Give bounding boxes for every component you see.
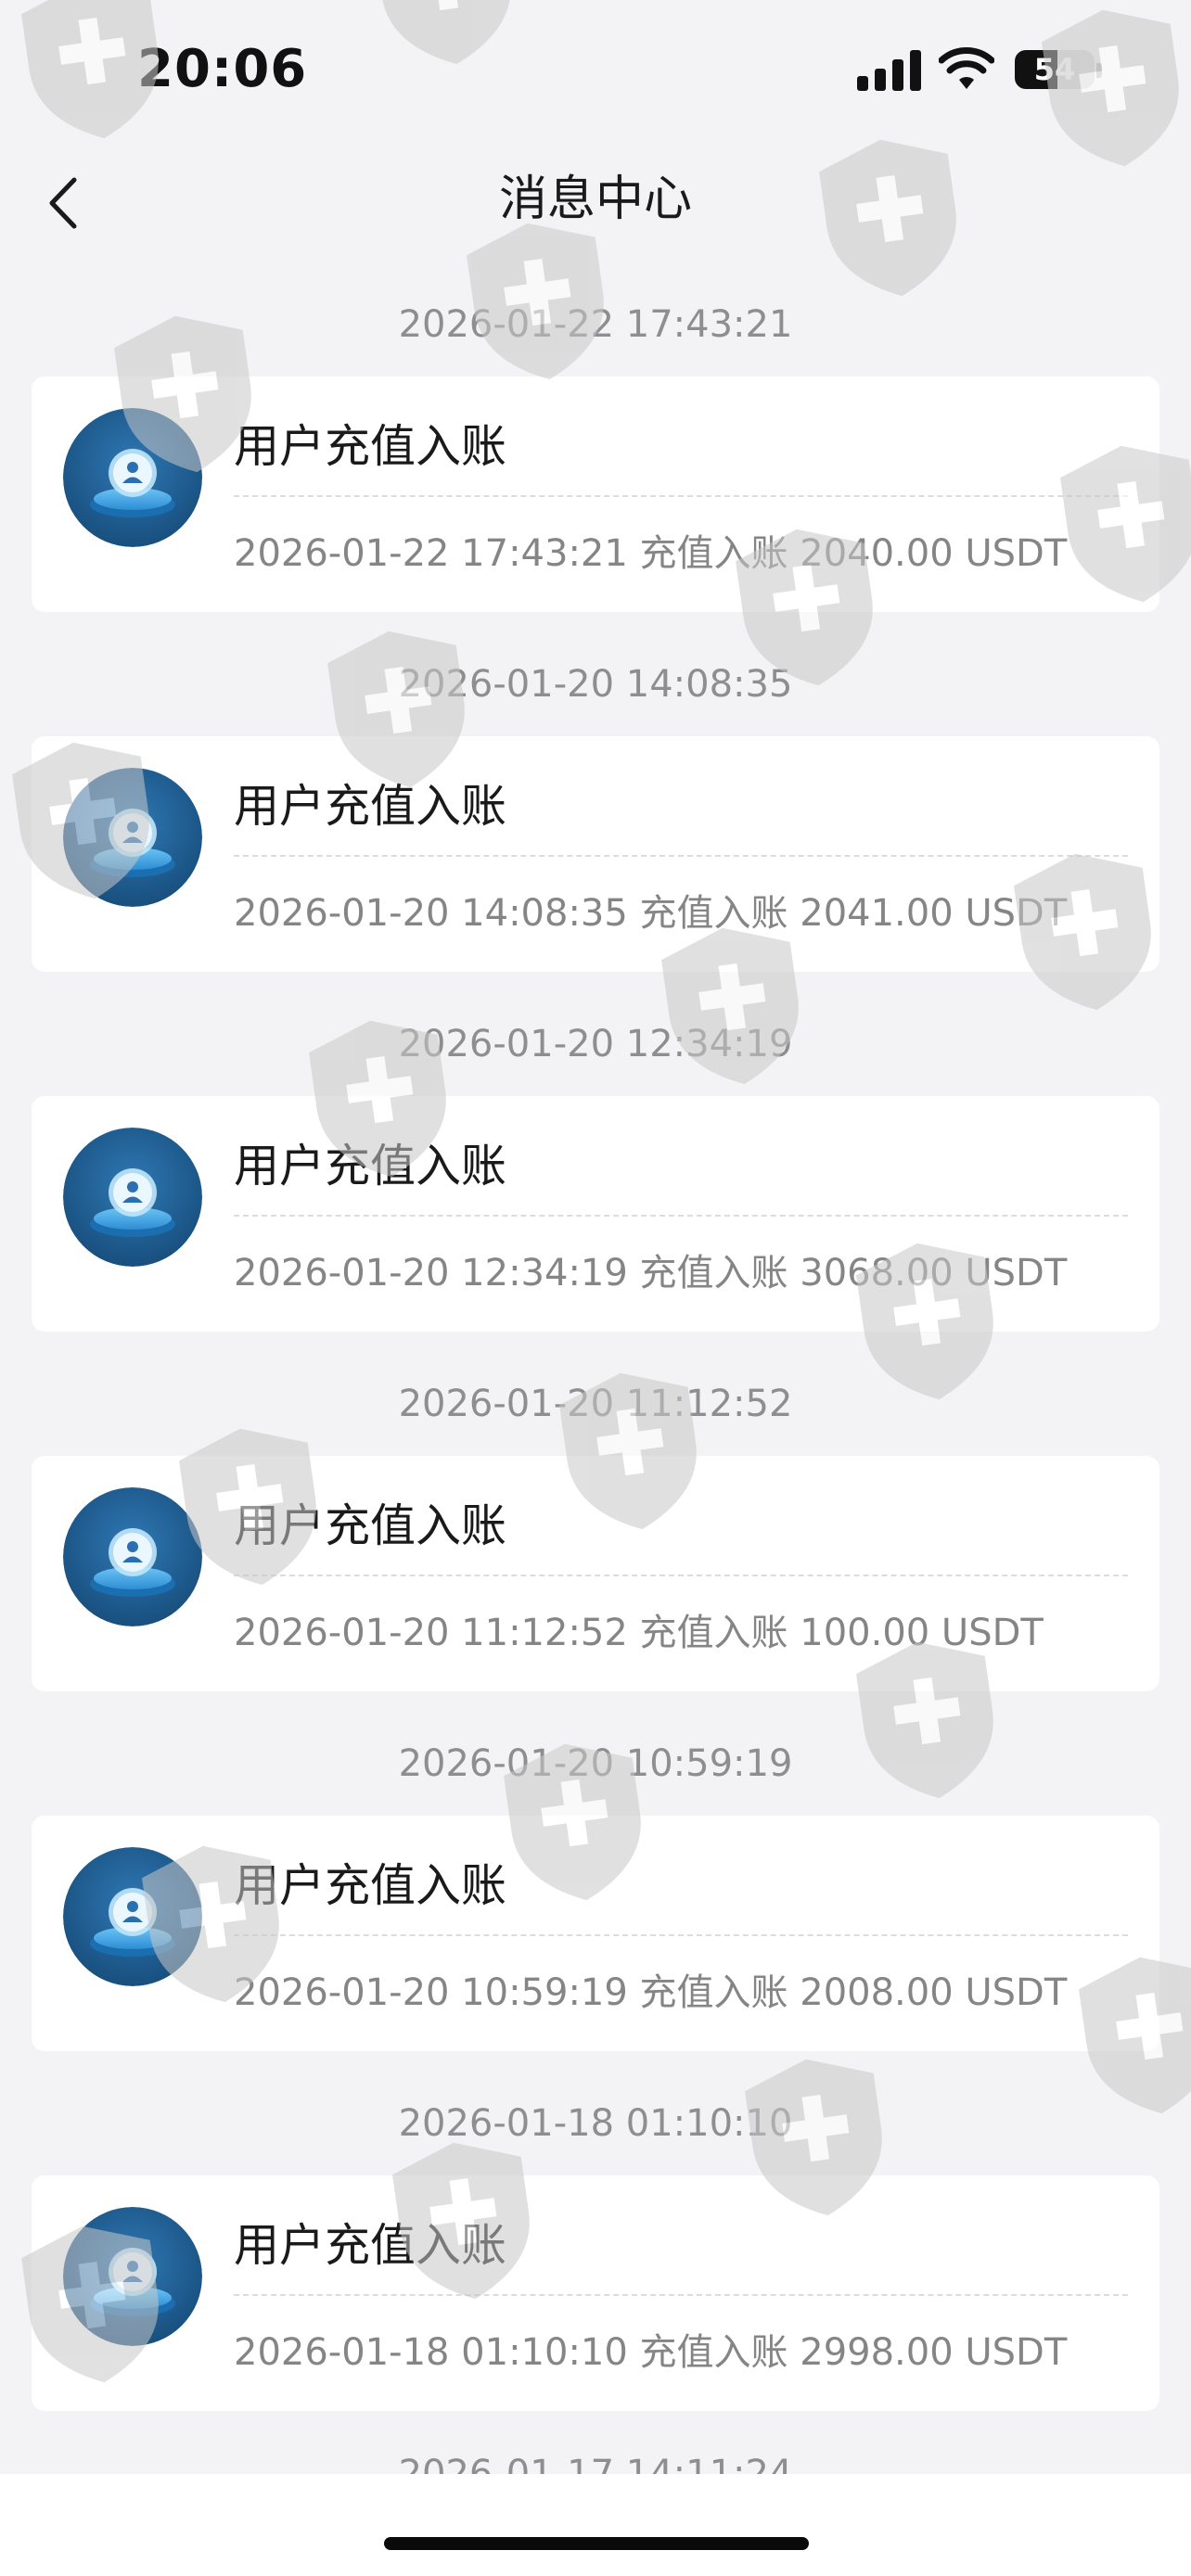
message-detail: 2026-01-20 14:08:35 充值入账 2041.00 USDT (234, 892, 1068, 935)
divider (234, 1575, 1128, 1576)
status-bar: 20:06 54 (0, 0, 1191, 139)
message-time-header-partial: 2026-01-17 14:11:24 (0, 2448, 1191, 2474)
message-list: 2026-01-22 17:43:21 用户充值入账 2026-01-22 17… (0, 260, 1191, 2418)
message-time-header: 2026-01-20 12:34:19 (398, 1023, 793, 1065)
message-title: 用户充值入账 (234, 2219, 507, 2272)
user-avatar-icon (63, 2207, 202, 2346)
home-indicator-area (0, 2474, 1191, 2576)
message-time-header: 2026-01-20 14:08:35 (398, 663, 793, 706)
divider (234, 1215, 1128, 1217)
message-time-header: 2026-01-20 10:59:19 (398, 1742, 793, 1785)
message-card[interactable]: 用户充值入账 2026-01-22 17:43:21 充值入账 2040.00 … (32, 376, 1159, 612)
page-title: 消息中心 (498, 172, 692, 227)
message-title: 用户充值入账 (234, 420, 507, 473)
message-card[interactable]: 用户充值入账 2026-01-18 01:10:10 充值入账 2998.00 … (32, 2175, 1159, 2411)
message-time-header: 2026-01-22 17:43:21 (398, 303, 793, 346)
user-avatar-icon (63, 768, 202, 907)
divider (234, 495, 1128, 497)
divider (234, 1934, 1128, 1936)
message-card[interactable]: 用户充值入账 2026-01-20 10:59:19 充值入账 2008.00 … (32, 1816, 1159, 2051)
partial-time-text: 2026-01-17 14:11:24 (398, 2453, 793, 2474)
message-title: 用户充值入账 (234, 1499, 507, 1552)
message-time-header: 2026-01-20 11:12:52 (398, 1383, 793, 1425)
message-detail: 2026-01-20 11:12:52 充值入账 100.00 USDT (234, 1612, 1044, 1654)
message-detail: 2026-01-20 12:34:19 充值入账 3068.00 USDT (234, 1252, 1068, 1294)
message-group: 2026-01-20 11:12:52 用户充值入账 2026-01-20 11… (0, 1339, 1191, 1699)
message-title: 用户充值入账 (234, 1140, 507, 1192)
message-detail: 2026-01-18 01:10:10 充值入账 2998.00 USDT (234, 2331, 1068, 2374)
message-card[interactable]: 用户充值入账 2026-01-20 14:08:35 充值入账 2041.00 … (32, 736, 1159, 972)
divider (234, 855, 1128, 857)
message-group: 2026-01-20 12:34:19 用户充值入账 2026-01-20 12… (0, 979, 1191, 1339)
message-group: 2026-01-20 14:08:35 用户充值入账 2026-01-20 14… (0, 619, 1191, 979)
message-group: 2026-01-18 01:10:10 用户充值入账 2026-01-18 01… (0, 2059, 1191, 2418)
status-time: 20:06 (137, 39, 308, 99)
divider (234, 2294, 1128, 2296)
message-card[interactable]: 用户充值入账 2026-01-20 12:34:19 充值入账 3068.00 … (32, 1096, 1159, 1332)
battery-cap (1096, 63, 1102, 78)
nav-bar: 消息中心 (0, 139, 1191, 254)
message-detail: 2026-01-20 10:59:19 充值入账 2008.00 USDT (234, 1971, 1068, 2014)
user-avatar-icon (63, 1128, 202, 1267)
message-detail: 2026-01-22 17:43:21 充值入账 2040.00 USDT (234, 532, 1068, 575)
battery-icon: 54 (1015, 50, 1095, 89)
user-avatar-icon (63, 1487, 202, 1626)
message-title: 用户充值入账 (234, 780, 507, 833)
cellular-signal-icon (857, 48, 922, 91)
message-group: 2026-01-20 10:59:19 用户充值入账 2026-01-20 10… (0, 1699, 1191, 2059)
message-group: 2026-01-22 17:43:21 用户充值入账 2026-01-22 17… (0, 260, 1191, 619)
user-avatar-icon (63, 408, 202, 547)
home-indicator[interactable] (384, 2537, 809, 2550)
message-card[interactable]: 用户充值入账 2026-01-20 11:12:52 充值入账 100.00 U… (32, 1456, 1159, 1691)
message-time-header: 2026-01-18 01:10:10 (398, 2102, 793, 2145)
message-title: 用户充值入账 (234, 1859, 507, 1912)
user-avatar-icon (63, 1847, 202, 1986)
battery-percentage: 54 (1033, 52, 1076, 87)
wifi-icon (939, 47, 994, 89)
